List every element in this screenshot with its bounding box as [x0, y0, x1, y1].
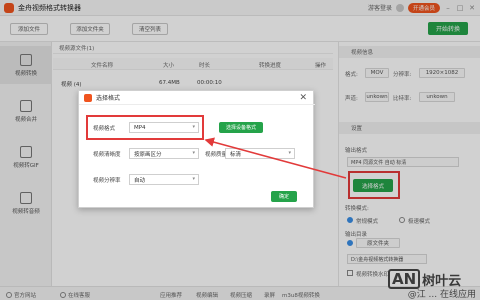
clarity-value: 按原画区分: [134, 151, 162, 158]
select-format-dialog: 选择格式 ✕ 视频格式 MP4 ▾ 选择设备格式 视频清晰度 按原画区分 ▾ 视…: [78, 90, 315, 208]
chevron-down-icon: ▾: [288, 150, 291, 156]
resolution-value: 自动: [134, 177, 146, 184]
quality-value: 标清: [230, 151, 242, 158]
dialog-title: 选择格式: [96, 95, 121, 102]
select-device-format-button[interactable]: 选择设备格式: [219, 122, 263, 133]
dialog-title-bar: 选择格式: [79, 91, 315, 105]
chevron-down-icon: ▾: [192, 176, 195, 182]
ok-button[interactable]: 确定: [271, 191, 297, 202]
video-format-select[interactable]: MP4 ▾: [129, 122, 199, 133]
quality-label: 视频质量: [205, 152, 228, 158]
video-format-value: MP4: [134, 124, 146, 131]
watermark-text: 树叶云: [422, 273, 462, 289]
resolution-select[interactable]: 自动 ▾: [129, 174, 199, 185]
chevron-down-icon: ▾: [192, 150, 195, 156]
close-icon[interactable]: ✕: [299, 93, 307, 103]
clarity-select[interactable]: 按原画区分 ▾: [129, 148, 199, 159]
dialog-logo-icon: [84, 93, 92, 102]
quality-select[interactable]: 标清 ▾: [225, 148, 295, 159]
clarity-label: 视频清晰度: [93, 152, 121, 158]
watermark-logo: AN: [388, 269, 421, 289]
resolution-label: 视频分辨率: [93, 178, 121, 184]
video-format-label: 视频格式: [93, 126, 116, 132]
watermark-bottom-text: @江 ... 在线应用: [407, 290, 476, 300]
chevron-down-icon: ▾: [192, 124, 195, 130]
